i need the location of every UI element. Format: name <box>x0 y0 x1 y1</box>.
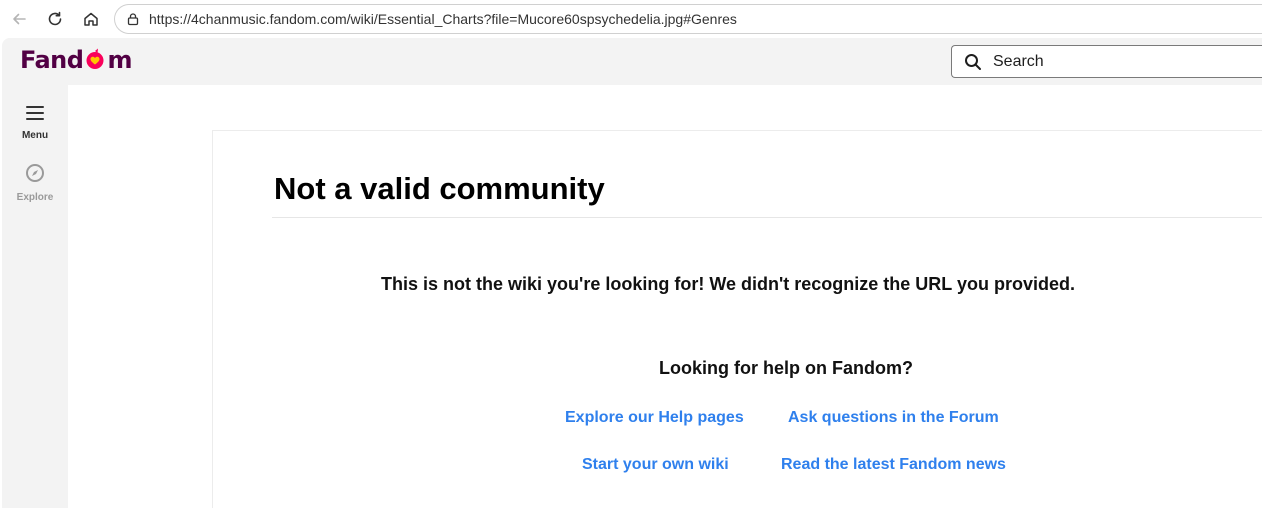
search-label: Search <box>993 52 1044 70</box>
home-icon <box>82 10 100 28</box>
global-navigation: Fand m Search <box>2 38 1262 85</box>
fandom-news-link[interactable]: Read the latest Fandom news <box>781 456 1006 474</box>
side-rail: Menu Explore <box>2 85 68 508</box>
main-content: Not a valid community This is not the wi… <box>68 85 1262 508</box>
start-wiki-link[interactable]: Start your own wiki <box>582 456 729 474</box>
help-pages-link[interactable]: Explore our Help pages <box>565 409 744 427</box>
error-card: Not a valid community This is not the wi… <box>212 130 1262 508</box>
menu-button[interactable]: Menu <box>2 105 68 141</box>
fandom-page: Fand m Search Menu Explore Not a valid c… <box>2 38 1262 508</box>
logo-text-right: m <box>107 46 132 74</box>
hamburger-icon <box>26 105 44 126</box>
lock-icon <box>125 11 141 27</box>
back-button[interactable] <box>6 6 32 32</box>
address-bar[interactable]: https://4chanmusic.fandom.com/wiki/Essen… <box>114 4 1262 34</box>
error-message: This is not the wiki you're looking for!… <box>381 274 1075 294</box>
explore-label: Explore <box>16 192 54 203</box>
explore-button[interactable]: Explore <box>2 163 68 203</box>
url-text: https://4chanmusic.fandom.com/wiki/Essen… <box>149 11 737 27</box>
logo-text-left: Fand <box>20 46 84 74</box>
home-button[interactable] <box>78 6 104 32</box>
back-icon <box>10 10 28 28</box>
compass-icon <box>25 163 45 188</box>
reload-icon <box>46 10 64 28</box>
title-divider <box>272 217 1262 218</box>
browser-toolbar: https://4chanmusic.fandom.com/wiki/Essen… <box>0 0 1262 38</box>
fandom-logo[interactable]: Fand m <box>20 46 132 74</box>
help-heading: Looking for help on Fandom? <box>659 358 913 378</box>
search-field[interactable]: Search <box>951 45 1262 78</box>
reload-button[interactable] <box>42 6 68 32</box>
fandom-heart-icon <box>84 48 106 70</box>
page-title: Not a valid community <box>274 171 605 206</box>
forum-link[interactable]: Ask questions in the Forum <box>788 409 999 427</box>
search-icon <box>963 52 983 72</box>
menu-label: Menu <box>21 130 49 141</box>
